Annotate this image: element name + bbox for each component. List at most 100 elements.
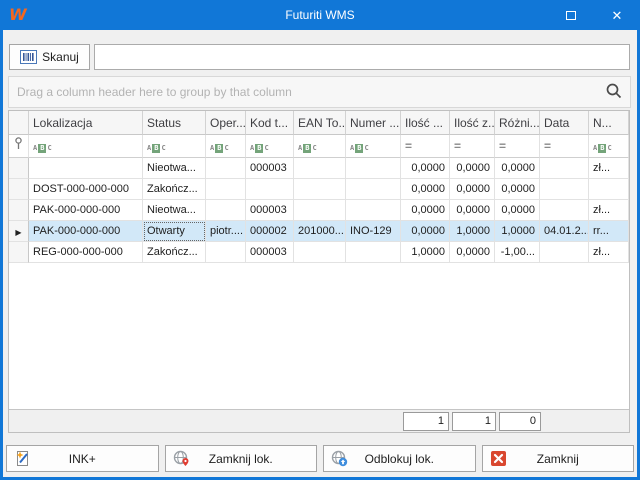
- cell-lokalizacja[interactable]: DOST-000-000-000: [29, 179, 143, 200]
- cell-ilość-z[interactable]: 1,0000: [450, 221, 495, 242]
- column-header-n[interactable]: N...: [589, 111, 629, 135]
- column-header-ean-to[interactable]: EAN To...: [294, 111, 346, 135]
- cell-oper[interactable]: piotr....: [206, 221, 246, 242]
- unlock-location-button[interactable]: Odblokuj lok.: [323, 445, 476, 472]
- cell-numer[interactable]: [346, 158, 401, 179]
- cell-n[interactable]: [589, 179, 629, 200]
- row-indicator[interactable]: ▶: [9, 221, 29, 242]
- filter-cell-kod-t[interactable]: ABC: [246, 135, 294, 158]
- cell-lokalizacja[interactable]: [29, 158, 143, 179]
- filter-row-indicator[interactable]: [9, 135, 29, 158]
- action-button-row: INK+ Zamknij lok.: [6, 445, 634, 472]
- maximize-button[interactable]: [548, 0, 594, 30]
- cell-status[interactable]: Otwarty: [143, 221, 206, 242]
- filter-cell-numer[interactable]: ABC: [346, 135, 401, 158]
- close-window-button[interactable]: Zamknij: [482, 445, 635, 472]
- ink-plus-button[interactable]: INK+: [6, 445, 159, 472]
- group-by-panel[interactable]: Drag a column header here to group by th…: [8, 76, 631, 108]
- column-header-row: LokalizacjaStatusOper...Kod t...EAN To..…: [9, 111, 629, 135]
- cell-n[interactable]: rr...: [589, 221, 629, 242]
- cell-ean-to[interactable]: [294, 179, 346, 200]
- cell-oper[interactable]: [206, 200, 246, 221]
- cell-status[interactable]: Nieotwa...: [143, 200, 206, 221]
- cell-lokalizacja[interactable]: PAK-000-000-000: [29, 221, 143, 242]
- cell-ilość-z[interactable]: 0,0000: [450, 242, 495, 263]
- close-location-button[interactable]: Zamknij lok.: [165, 445, 318, 472]
- filter-cell-oper[interactable]: ABC: [206, 135, 246, 158]
- cell-status[interactable]: Zakończ...: [143, 179, 206, 200]
- cell-numer[interactable]: [346, 179, 401, 200]
- column-header-lokalizacja[interactable]: Lokalizacja: [29, 111, 143, 135]
- cell-ean-to[interactable]: [294, 242, 346, 263]
- cell-lokalizacja[interactable]: PAK-000-000-000: [29, 200, 143, 221]
- cell-różni[interactable]: -1,00...: [495, 242, 540, 263]
- cell-różni[interactable]: 0,0000: [495, 158, 540, 179]
- row-indicator[interactable]: [9, 200, 29, 221]
- column-header-ilość-z[interactable]: Ilość z...: [450, 111, 495, 135]
- filter-cell-ilość-z[interactable]: =: [450, 135, 495, 158]
- filter-cell-lokalizacja[interactable]: ABC: [29, 135, 143, 158]
- row-indicator-header[interactable]: [9, 111, 29, 135]
- scan-input[interactable]: [94, 44, 630, 70]
- cell-ilość-z[interactable]: 0,0000: [450, 200, 495, 221]
- cell-kod-t[interactable]: [246, 179, 294, 200]
- cell-n[interactable]: zł...: [589, 158, 629, 179]
- row-indicator[interactable]: [9, 158, 29, 179]
- row-indicator[interactable]: [9, 242, 29, 263]
- cell-numer[interactable]: INO-129: [346, 221, 401, 242]
- cell-ean-to[interactable]: [294, 200, 346, 221]
- filter-cell-ean-to[interactable]: ABC: [294, 135, 346, 158]
- cell-oper[interactable]: [206, 242, 246, 263]
- cell-oper[interactable]: [206, 158, 246, 179]
- cell-ean-to[interactable]: [294, 158, 346, 179]
- cell-data[interactable]: 04.01.2...: [540, 221, 589, 242]
- cell-ilość[interactable]: 0,0000: [401, 158, 450, 179]
- cell-ilość-z[interactable]: 0,0000: [450, 179, 495, 200]
- filter-cell-n[interactable]: ABC: [589, 135, 629, 158]
- column-header-status[interactable]: Status: [143, 111, 206, 135]
- cell-ean-to[interactable]: 201000...: [294, 221, 346, 242]
- cell-status[interactable]: Nieotwa...: [143, 158, 206, 179]
- text-filter-icon: ABC: [147, 144, 166, 153]
- cell-kod-t[interactable]: 000002: [246, 221, 294, 242]
- cell-data[interactable]: [540, 158, 589, 179]
- cell-różni[interactable]: 1,0000: [495, 221, 540, 242]
- cell-status[interactable]: Zakończ...: [143, 242, 206, 263]
- column-header-oper[interactable]: Oper...: [206, 111, 246, 135]
- cell-numer[interactable]: [346, 242, 401, 263]
- filter-cell-różni[interactable]: =: [495, 135, 540, 158]
- filter-cell-data[interactable]: =: [540, 135, 589, 158]
- cell-data[interactable]: [540, 179, 589, 200]
- cell-ilość[interactable]: 0,0000: [401, 221, 450, 242]
- cell-różni[interactable]: 0,0000: [495, 179, 540, 200]
- filter-cell-ilość[interactable]: =: [401, 135, 450, 158]
- cell-data[interactable]: [540, 200, 589, 221]
- cell-kod-t[interactable]: 000003: [246, 200, 294, 221]
- close-button[interactable]: ✕: [594, 0, 640, 30]
- close-icon: ✕: [612, 9, 623, 22]
- filter-cell-status[interactable]: ABC: [143, 135, 206, 158]
- cell-różni[interactable]: 0,0000: [495, 200, 540, 221]
- cell-numer[interactable]: [346, 200, 401, 221]
- table-row: DOST-000-000-000Zakończ...0,00000,00000,…: [9, 179, 629, 200]
- cell-ilość-z[interactable]: 0,0000: [450, 158, 495, 179]
- row-indicator[interactable]: [9, 179, 29, 200]
- column-header-różni[interactable]: Różni...: [495, 111, 540, 135]
- cell-ilość[interactable]: 1,0000: [401, 242, 450, 263]
- table-row: PAK-000-000-000Nieotwa...0000030,00000,0…: [9, 200, 629, 221]
- search-button[interactable]: [604, 82, 624, 102]
- cell-kod-t[interactable]: 000003: [246, 158, 294, 179]
- cell-n[interactable]: zł...: [589, 242, 629, 263]
- cell-ilość[interactable]: 0,0000: [401, 179, 450, 200]
- cell-ilość[interactable]: 0,0000: [401, 200, 450, 221]
- column-header-kod-t[interactable]: Kod t...: [246, 111, 294, 135]
- column-header-numer[interactable]: Numer ...: [346, 111, 401, 135]
- cell-lokalizacja[interactable]: REG-000-000-000: [29, 242, 143, 263]
- cell-oper[interactable]: [206, 179, 246, 200]
- cell-kod-t[interactable]: 000003: [246, 242, 294, 263]
- scan-button[interactable]: Skanuj: [9, 44, 90, 70]
- cell-data[interactable]: [540, 242, 589, 263]
- column-header-data[interactable]: Data: [540, 111, 589, 135]
- column-header-ilość[interactable]: Ilość ...: [401, 111, 450, 135]
- cell-n[interactable]: zł...: [589, 200, 629, 221]
